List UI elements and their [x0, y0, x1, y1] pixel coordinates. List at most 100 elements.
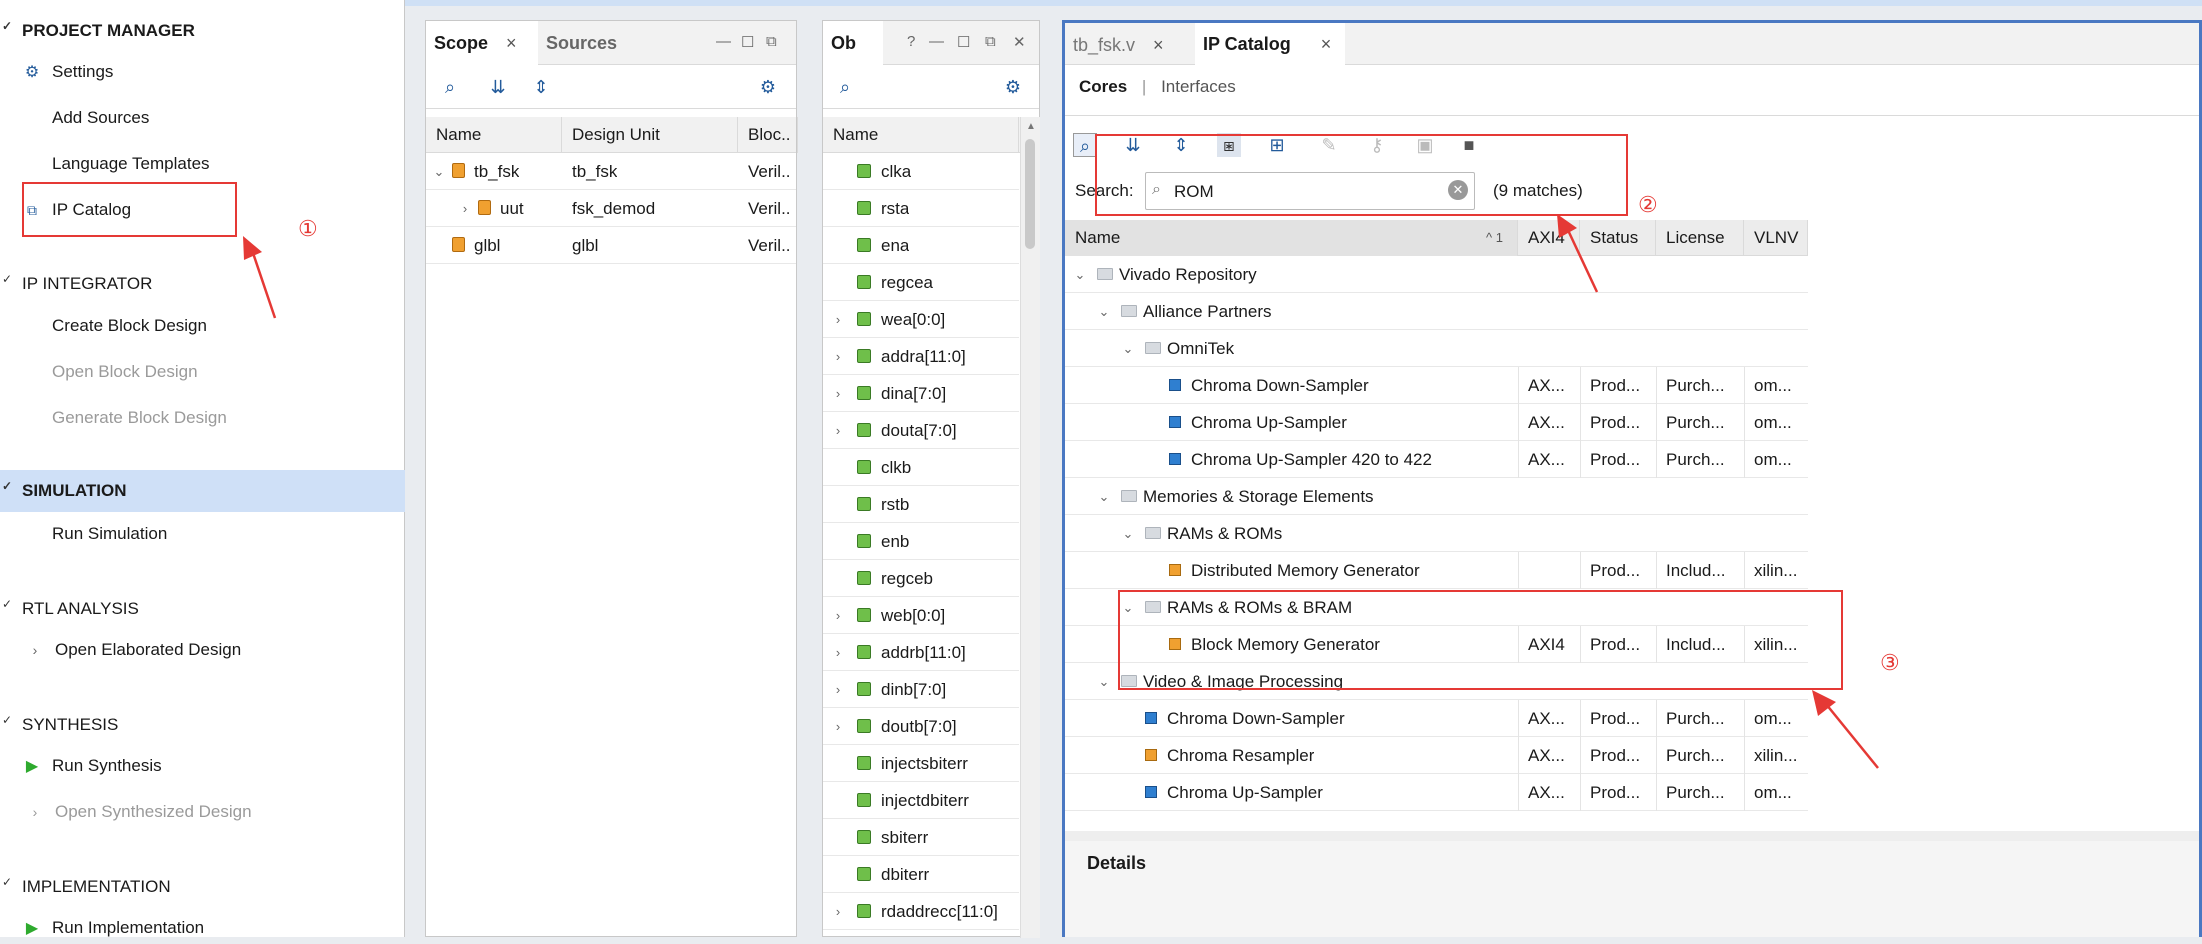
flow-item-open-elaborated-design[interactable]: › Open Elaborated Design [33, 634, 242, 666]
search-icon[interactable]: ⌕ [1073, 133, 1097, 157]
subtab-interfaces[interactable]: Interfaces [1161, 77, 1236, 96]
flow-item-add-sources[interactable]: Add Sources [52, 102, 149, 134]
close-icon[interactable]: × [1321, 34, 1332, 55]
scrollbar-thumb[interactable] [1025, 139, 1035, 249]
section-implementation[interactable]: ✓ IMPLEMENTATION [0, 869, 405, 905]
list-item[interactable]: dbiterr [823, 856, 1019, 893]
scroll-up-icon[interactable]: ▲ [1026, 121, 1036, 132]
list-item[interactable]: clka [823, 153, 1019, 190]
collapse-icon[interactable]: ✓ [2, 272, 12, 286]
column-header[interactable]: Bloc.. [738, 117, 798, 153]
list-item[interactable]: enb [823, 523, 1019, 560]
gear-icon[interactable]: ⚙ [1001, 75, 1025, 99]
collapse-icon[interactable]: ✓ [2, 479, 12, 493]
chevron-down-icon[interactable]: ⌄ [1097, 293, 1111, 330]
splitter[interactable] [1065, 831, 2199, 841]
tree-folder-row[interactable]: ⌄ OmniTek [1065, 330, 1808, 367]
list-item[interactable]: › rdaddrecc[11:0] [823, 893, 1019, 930]
chevron-down-icon[interactable]: ⌄ [1073, 256, 1087, 293]
list-item[interactable]: › dinb[7:0] [823, 671, 1019, 708]
chevron-right-icon[interactable]: › [831, 708, 845, 745]
flow-item-open-block-design[interactable]: Open Block Design [52, 356, 198, 388]
flow-item-run-simulation[interactable]: Run Simulation [52, 518, 167, 550]
table-row[interactable]: Chroma Resampler AX... Prod... Purch... xili… [1065, 737, 1808, 774]
list-item[interactable]: › dina[7:0] [823, 375, 1019, 412]
chevron-right-icon[interactable]: › [831, 893, 845, 930]
section-project-manager[interactable]: ✓ PROJECT MANAGER [0, 13, 405, 49]
column-header[interactable]: Design Unit [562, 117, 738, 153]
tree-folder-row[interactable]: ⌄ Vivado Repository [1065, 256, 1808, 293]
chevron-right-icon[interactable]: › [831, 671, 845, 708]
close-icon[interactable]: × [506, 33, 517, 54]
chevron-down-icon[interactable]: ⌄ [1097, 478, 1111, 515]
chevron-down-icon[interactable]: ⌄ [1121, 515, 1135, 552]
table-row[interactable]: Chroma Up-Sampler 420 to 422 AX... Prod...… [1065, 441, 1808, 478]
chevron-right-icon[interactable]: › [831, 375, 845, 412]
tab-scope[interactable]: Scope × [426, 21, 538, 65]
list-item[interactable]: regcea [823, 264, 1019, 301]
list-item[interactable]: rstb [823, 486, 1019, 523]
table-row[interactable]: Chroma Down-Sampler AX... Prod... Purch... o… [1065, 367, 1808, 404]
float-icon[interactable]: ⧉ [985, 33, 996, 50]
list-item[interactable]: › addrb[11:0] [823, 634, 1019, 671]
column-header[interactable]: VLNV [1744, 220, 1808, 256]
tree-folder-row[interactable]: ⌄ Memories & Storage Elements [1065, 478, 1808, 515]
list-item[interactable]: ena [823, 227, 1019, 264]
search-icon[interactable]: ⌕ [833, 75, 857, 99]
maximize-icon[interactable]: ☐ [741, 33, 754, 51]
maximize-icon[interactable]: ☐ [957, 33, 970, 51]
gear-icon[interactable]: ⚙ [756, 75, 780, 99]
list-item[interactable]: regceb [823, 560, 1019, 597]
flow-item-run-implementation[interactable]: ▶ Run Implementation [26, 912, 204, 944]
section-rtl-analysis[interactable]: ✓ RTL ANALYSIS [0, 591, 405, 627]
tree-folder-row[interactable]: ⌄ RAMs & ROMs [1065, 515, 1808, 552]
chevron-right-icon[interactable]: › [831, 301, 845, 338]
sort-indicator[interactable]: ^ 1 [1486, 220, 1503, 256]
collapse-icon[interactable]: ✓ [2, 875, 12, 889]
subtab-cores[interactable]: Cores [1079, 77, 1127, 96]
tab-tb-fsk[interactable]: tb_fsk.v × [1065, 23, 1195, 67]
float-icon[interactable]: ⧉ [766, 33, 777, 50]
close-icon[interactable]: ✕ [1013, 33, 1026, 51]
tab-ip-catalog[interactable]: IP Catalog × [1195, 23, 1345, 65]
collapse-icon[interactable]: ✓ [2, 597, 12, 611]
list-item[interactable]: rsta [823, 190, 1019, 227]
flow-item-create-block-design[interactable]: Create Block Design [52, 310, 207, 342]
table-row[interactable]: Chroma Up-Sampler AX... Prod... Purch... om.… [1065, 404, 1808, 441]
list-item[interactable]: sbiterr [823, 819, 1019, 856]
chevron-right-icon[interactable]: › [831, 634, 845, 671]
chevron-right-icon[interactable]: › [25, 642, 45, 658]
close-icon[interactable]: × [1153, 35, 1164, 56]
section-synthesis[interactable]: ✓ SYNTHESIS [0, 707, 405, 743]
column-header[interactable]: Name ^ 1 [1065, 220, 1518, 256]
flow-item-open-synthesized-design[interactable]: › Open Synthesized Design [33, 796, 252, 828]
column-header[interactable]: License [1656, 220, 1744, 256]
search-icon[interactable]: ⌕ [438, 75, 462, 99]
column-header[interactable]: Name [823, 117, 1019, 153]
table-row[interactable]: ⌄ tb_fsk tb_fsk Veril.. [426, 153, 796, 190]
flow-item-settings[interactable]: ⚙ Settings [25, 56, 114, 88]
table-row[interactable]: Chroma Down-Sampler AX... Prod... Purch... o… [1065, 700, 1808, 737]
list-item[interactable]: injectdbiterr [823, 782, 1019, 819]
chevron-down-icon[interactable]: ⌄ [432, 153, 446, 190]
scrollbar[interactable]: ▲ [1020, 117, 1040, 938]
flow-item-generate-block-design[interactable]: Generate Block Design [52, 402, 227, 434]
table-row[interactable]: Chroma Up-Sampler AX... Prod... Purch... om.… [1065, 774, 1808, 811]
flow-item-language-templates[interactable]: Language Templates [52, 148, 210, 180]
help-icon[interactable]: ? [907, 33, 915, 50]
chevron-down-icon[interactable]: ⌄ [1121, 330, 1135, 367]
table-row[interactable]: › uut fsk_demod Veril.. [426, 190, 796, 227]
minimize-icon[interactable]: — [929, 33, 944, 50]
collapse-icon[interactable]: ✓ [2, 713, 12, 727]
expand-all-icon[interactable]: ⇕ [529, 75, 553, 99]
tab-sources[interactable]: Sources [538, 21, 648, 65]
chevron-right-icon[interactable]: › [25, 804, 45, 820]
list-item[interactable]: › doutb[7:0] [823, 708, 1019, 745]
list-item[interactable]: clkb [823, 449, 1019, 486]
table-row[interactable]: Distributed Memory Generator Prod... Inclu… [1065, 552, 1808, 589]
chevron-right-icon[interactable]: › [831, 338, 845, 375]
tab-objects[interactable]: Ob [823, 21, 883, 65]
flow-item-run-synthesis[interactable]: ▶ Run Synthesis [26, 750, 162, 782]
tree-folder-row[interactable]: ⌄ Alliance Partners [1065, 293, 1808, 330]
list-item[interactable]: › wea[0:0] [823, 301, 1019, 338]
